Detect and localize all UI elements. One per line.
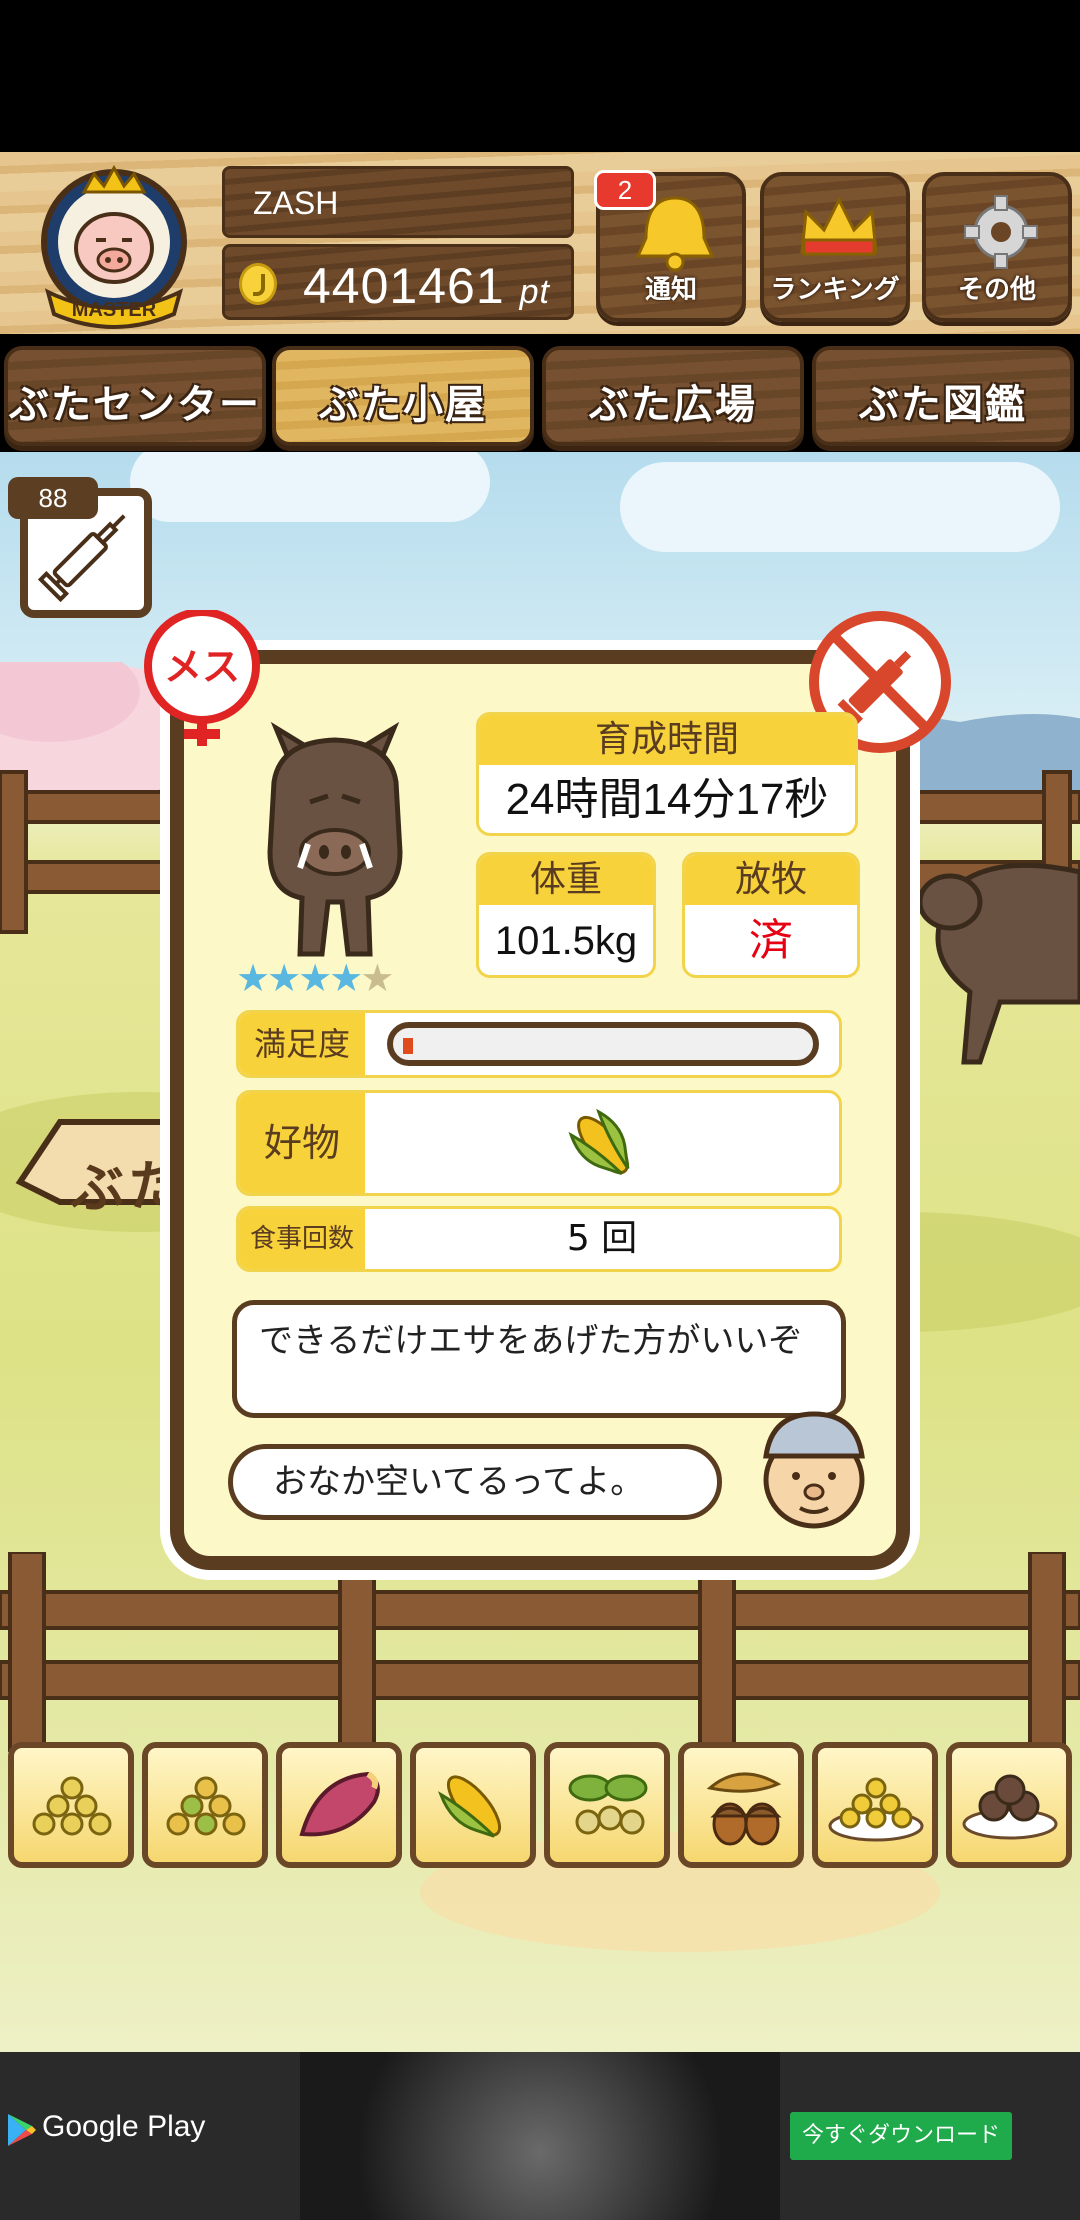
star-icon: ★ xyxy=(267,956,301,1000)
ranking-button[interactable]: ランキング xyxy=(760,172,910,322)
download-button[interactable]: 今すぐダウンロード xyxy=(790,2112,1012,2160)
satiety-row: 満足度 xyxy=(236,1010,842,1078)
points-plate: 4401461 pt xyxy=(222,244,574,320)
points-value: 4401461 pt xyxy=(303,258,550,314)
food-slot-mixed-grain[interactable] xyxy=(142,1742,268,1868)
notification-count-badge: 2 xyxy=(594,170,656,210)
ranking-label: ランキング xyxy=(770,275,900,305)
growth-time-box: 育成時間 24時間14分17秒 xyxy=(476,712,858,836)
boar-portrait xyxy=(267,722,403,957)
other-label: その他 xyxy=(957,275,1036,305)
weight-value: 101.5kg xyxy=(494,919,638,963)
corn-icon xyxy=(438,1775,502,1838)
sweet-potato-icon xyxy=(299,1771,380,1837)
tab-pig-plaza[interactable]: ぶた広場 xyxy=(542,346,804,446)
favorite-food-row: 好物 xyxy=(236,1090,842,1196)
ad-banner[interactable]: Google Play 今すぐダウンロード xyxy=(0,2052,1080,2220)
female-icon: メス xyxy=(144,610,260,746)
acorn-icon xyxy=(706,1772,782,1846)
notification-button[interactable]: 通知 2 xyxy=(594,170,746,322)
food-slot-soybean[interactable] xyxy=(544,1742,670,1868)
tab-pig-house[interactable]: ぶた小屋 xyxy=(272,346,534,446)
status-bar xyxy=(0,0,1080,152)
food-slot-sweet-potato[interactable] xyxy=(276,1742,402,1868)
gender-label: メス xyxy=(164,645,240,689)
advice-speech-bubble: できるだけエサをあげた方がいいぞ xyxy=(232,1300,846,1418)
star-rating: ★★★★★ xyxy=(236,956,394,1000)
satiety-label: 満足度 xyxy=(239,1013,365,1075)
cloud xyxy=(130,452,490,522)
rice-plate-icon xyxy=(828,1777,924,1842)
svg-text:MASTER: MASTER xyxy=(72,299,157,321)
grazing-box: 放牧 済 xyxy=(682,852,860,978)
weight-box: 体重 101.5kg xyxy=(476,852,656,978)
meal-count-value: 5 回 xyxy=(566,1218,638,1259)
farmer-avatar-icon xyxy=(763,1411,865,1529)
food-slot-corn[interactable] xyxy=(410,1742,536,1868)
master-badge-icon[interactable]: MASTER xyxy=(28,164,200,332)
background-boar xyxy=(917,862,1080,1065)
tab-pig-encyclopedia[interactable]: ぶた図鑑 xyxy=(812,346,1074,446)
tab-label: ぶたセンター xyxy=(9,382,261,428)
front-fence xyxy=(0,1552,1080,1752)
grazing-value: 済 xyxy=(749,916,793,965)
google-play-label: Google Play xyxy=(42,2110,206,2143)
tab-label: ぶた広場 xyxy=(589,382,757,428)
food-slot-acorn[interactable] xyxy=(678,1742,804,1868)
tab-pig-center[interactable]: ぶたセンター xyxy=(4,346,266,446)
mixed-grain-icon xyxy=(166,1776,246,1836)
notification-label: 通知 xyxy=(644,275,697,305)
star-icon: ★ xyxy=(236,956,270,1000)
growth-time-label: 育成時間 xyxy=(479,715,855,765)
food-slot-meatball-plate[interactable] xyxy=(946,1742,1072,1868)
grain-icon xyxy=(32,1776,112,1836)
meal-count-row: 食事回数 5 回 xyxy=(236,1206,842,1272)
soybean-icon xyxy=(568,1774,648,1835)
cloud xyxy=(620,462,1060,552)
grazing-label: 放牧 xyxy=(685,855,857,905)
growth-time-value: 24時間14分17秒 xyxy=(505,775,829,824)
satiety-fill xyxy=(403,1038,413,1054)
google-play-icon xyxy=(8,2114,36,2146)
ad-artwork xyxy=(300,2052,780,2220)
header: MASTER ZASH 4401461 pt 通知 2 ランキング その他 xyxy=(0,152,1080,334)
food-bar xyxy=(0,1736,1080,1872)
weight-label: 体重 xyxy=(479,855,653,905)
main-tabs: ぶたセンター ぶた小屋 ぶた広場 ぶた図鑑 xyxy=(0,334,1080,452)
other-button[interactable]: その他 xyxy=(922,172,1072,322)
food-slot-grain[interactable] xyxy=(8,1742,134,1868)
coin-icon xyxy=(239,263,277,305)
meal-count-label: 食事回数 xyxy=(239,1209,365,1269)
player-name: ZASH xyxy=(253,185,339,221)
star-icon: ★ xyxy=(298,956,332,1000)
syringe-count: 88 xyxy=(8,477,98,519)
meatball-plate-icon xyxy=(962,1774,1058,1840)
satiety-bar xyxy=(387,1022,819,1066)
star-empty-icon: ★ xyxy=(360,956,394,1000)
tab-label: ぶた小屋 xyxy=(319,382,487,428)
player-name-plate: ZASH xyxy=(222,166,574,238)
food-slot-rice-plate[interactable] xyxy=(812,1742,938,1868)
corn-icon xyxy=(568,1108,630,1176)
favorite-label: 好物 xyxy=(239,1093,365,1193)
status-speech-bubble: おなか空いてるってよ。 xyxy=(228,1444,722,1520)
star-icon: ★ xyxy=(329,956,363,1000)
tab-label: ぶた図鑑 xyxy=(859,382,1027,428)
